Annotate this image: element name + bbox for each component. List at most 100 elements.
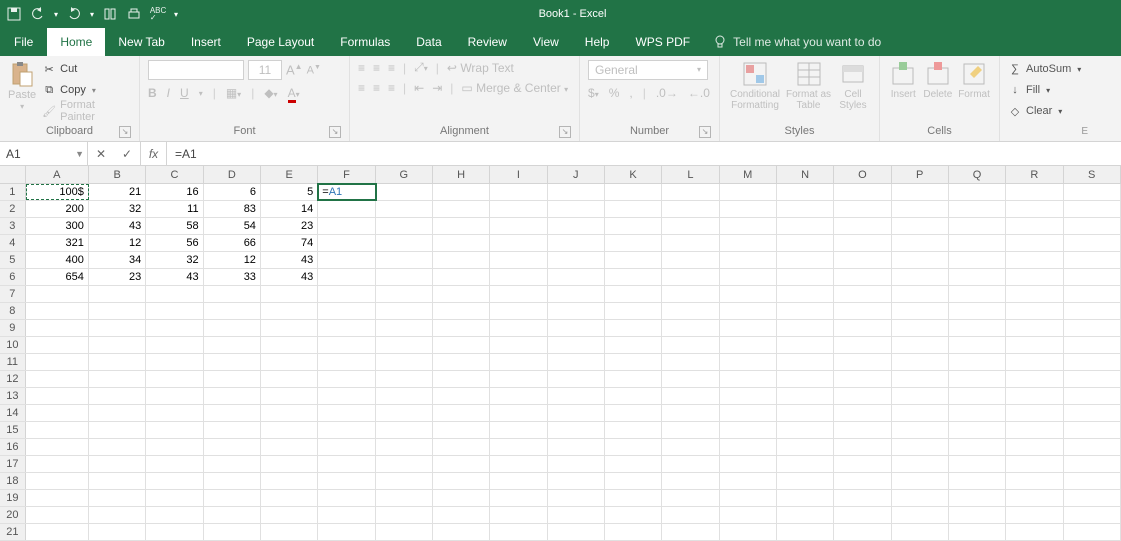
cell-K20[interactable] [605,507,662,523]
cell-styles-button[interactable]: Cell Styles [835,60,871,111]
cell-O14[interactable] [834,405,891,421]
cell-C9[interactable] [146,320,203,336]
cell-G16[interactable] [376,439,433,455]
cell-C6[interactable]: 43 [146,269,203,285]
column-header-L[interactable]: L [662,166,719,183]
cell-S20[interactable] [1064,507,1121,523]
cell-D7[interactable] [204,286,261,302]
tab-view[interactable]: View [520,28,572,56]
cell-F12[interactable] [318,371,375,387]
cell-K16[interactable] [605,439,662,455]
font-color-button[interactable]: A▾ [288,86,300,100]
column-header-O[interactable]: O [834,166,891,183]
cell-R11[interactable] [1006,354,1063,370]
cell-F17[interactable] [318,456,375,472]
cell-K13[interactable] [605,388,662,404]
cell-P1[interactable] [892,184,949,200]
cell-L16[interactable] [662,439,719,455]
cell-M9[interactable] [720,320,777,336]
cell-S15[interactable] [1064,422,1121,438]
cell-B7[interactable] [89,286,146,302]
cell-S9[interactable] [1064,320,1121,336]
cell-F16[interactable] [318,439,375,455]
cell-B10[interactable] [89,337,146,353]
cell-L6[interactable] [662,269,719,285]
cell-N12[interactable] [777,371,834,387]
cell-Q2[interactable] [949,201,1006,217]
cell-N14[interactable] [777,405,834,421]
cell-Q19[interactable] [949,490,1006,506]
cell-R7[interactable] [1006,286,1063,302]
cell-B15[interactable] [89,422,146,438]
cell-S10[interactable] [1064,337,1121,353]
cell-P9[interactable] [892,320,949,336]
cell-M4[interactable] [720,235,777,251]
cell-A9[interactable] [26,320,89,336]
cell-G1[interactable] [376,184,433,200]
cell-E16[interactable] [261,439,318,455]
delete-cells-button[interactable]: Delete [923,60,954,100]
cell-C16[interactable] [146,439,203,455]
cell-E11[interactable] [261,354,318,370]
cell-H21[interactable] [433,524,490,540]
increase-font-icon[interactable]: A▲ [286,62,303,77]
cell-D5[interactable]: 12 [204,252,261,268]
cell-P18[interactable] [892,473,949,489]
cell-O11[interactable] [834,354,891,370]
cell-G4[interactable] [376,235,433,251]
redo-dropdown-icon[interactable]: ▾ [90,10,94,19]
percent-format-icon[interactable]: % [609,86,620,100]
cell-M3[interactable] [720,218,777,234]
row-header-6[interactable]: 6 [0,269,26,285]
cell-P2[interactable] [892,201,949,217]
cell-C1[interactable]: 16 [146,184,203,200]
cell-J13[interactable] [548,388,605,404]
align-bottom-icon[interactable]: ≡ [388,61,395,75]
cell-F19[interactable] [318,490,375,506]
column-header-I[interactable]: I [490,166,547,183]
cut-button[interactable]: ✂Cut [42,60,131,78]
cell-G8[interactable] [376,303,433,319]
cell-Q1[interactable] [949,184,1006,200]
cell-E14[interactable] [261,405,318,421]
cell-L17[interactable] [662,456,719,472]
redo-icon[interactable] [66,6,82,22]
cell-B20[interactable] [89,507,146,523]
cell-O10[interactable] [834,337,891,353]
conditional-formatting-button[interactable]: Conditional Formatting [728,60,782,111]
cell-S18[interactable] [1064,473,1121,489]
fill-button[interactable]: ↓Fill▾ [1008,81,1081,99]
cell-D4[interactable]: 66 [204,235,261,251]
comma-format-icon[interactable]: , [629,86,632,100]
cell-E12[interactable] [261,371,318,387]
cell-C13[interactable] [146,388,203,404]
cell-N4[interactable] [777,235,834,251]
column-header-G[interactable]: G [376,166,433,183]
cell-R13[interactable] [1006,388,1063,404]
cell-A5[interactable]: 400 [26,252,89,268]
cell-J8[interactable] [548,303,605,319]
cell-G17[interactable] [376,456,433,472]
cell-P16[interactable] [892,439,949,455]
cell-R4[interactable] [1006,235,1063,251]
cell-G10[interactable] [376,337,433,353]
clear-button[interactable]: ◇Clear▾ [1008,102,1081,120]
cell-R21[interactable] [1006,524,1063,540]
cell-F21[interactable] [318,524,375,540]
cell-A12[interactable] [26,371,89,387]
cell-E9[interactable] [261,320,318,336]
cell-K1[interactable] [605,184,662,200]
cell-B18[interactable] [89,473,146,489]
cell-P13[interactable] [892,388,949,404]
cell-C17[interactable] [146,456,203,472]
decrease-decimal-icon[interactable]: ←.0 [688,86,710,100]
cell-E6[interactable]: 43 [261,269,318,285]
row-header-8[interactable]: 8 [0,303,26,319]
cell-O2[interactable] [834,201,891,217]
cell-G21[interactable] [376,524,433,540]
cell-F18[interactable] [318,473,375,489]
cell-O16[interactable] [834,439,891,455]
cell-H16[interactable] [433,439,490,455]
row-header-7[interactable]: 7 [0,286,26,302]
cell-B6[interactable]: 23 [89,269,146,285]
